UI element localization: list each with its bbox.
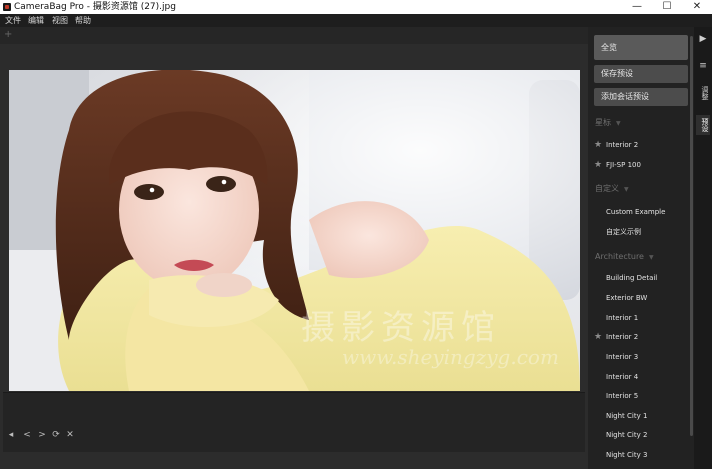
filmstrip: [3, 392, 585, 452]
collapse-icon[interactable]: ◂: [5, 429, 17, 441]
preset-label: Interior 2: [606, 141, 639, 149]
remove-icon[interactable]: ✕: [64, 429, 76, 441]
star-icon[interactable]: ★: [594, 136, 602, 154]
window-title: CameraBag Pro - 摄影资源馆 (27).jpg: [14, 2, 176, 12]
preset-item[interactable]: Night City 3: [588, 446, 688, 464]
preset-item[interactable]: ★ Interior 2: [588, 328, 688, 346]
preset-label: Building Detail: [606, 274, 658, 282]
preset-label: Exterior BW: [606, 294, 648, 302]
chevron-down-icon: ▼: [624, 186, 629, 193]
tab-adjust[interactable]: 调整: [696, 83, 710, 103]
title-bar: CameraBag Pro - 摄影资源馆 (27).jpg — ☐ ✕: [0, 0, 712, 14]
photo-canvas[interactable]: 摄影资源馆 www.sheyingzyg.com: [9, 70, 580, 391]
preset-item[interactable]: Interior 4: [588, 368, 688, 386]
chevron-down-icon: ▼: [648, 254, 654, 261]
preset-label: Night City 1: [606, 412, 648, 420]
section-title: 星标: [595, 118, 611, 127]
panel-scrollbar[interactable]: [690, 36, 693, 436]
section-title: 自定义: [595, 184, 619, 193]
preset-label: Night City 3: [606, 451, 648, 459]
preset-label: Night City 2: [606, 431, 648, 439]
app-icon: [3, 3, 11, 11]
preset-item[interactable]: Interior 1: [588, 309, 688, 327]
view-all-button[interactable]: 全览: [594, 35, 688, 60]
save-preset-button[interactable]: 保存预设: [594, 65, 688, 83]
preset-label: Interior 5: [606, 392, 639, 400]
preset-item[interactable]: Night City 1: [588, 407, 688, 425]
previous-icon[interactable]: <: [21, 429, 33, 441]
preset-item[interactable]: ★ FJI-SP 100: [588, 156, 688, 174]
menu-file[interactable]: 文件: [5, 15, 21, 26]
preset-item[interactable]: Custom Example: [588, 203, 688, 221]
preset-item[interactable]: Night City 2: [588, 426, 688, 444]
preset-label: 自定义示例: [606, 228, 641, 236]
preset-item[interactable]: Building Detail: [588, 269, 688, 287]
section-header-custom[interactable]: 自定义 ▼: [595, 183, 629, 195]
section-title: Architecture: [595, 252, 644, 261]
preset-item[interactable]: ★ Interior 2: [588, 136, 688, 154]
minimize-button[interactable]: —: [622, 0, 652, 14]
preset-label: Interior 3: [606, 353, 639, 361]
add-icon[interactable]: +: [4, 29, 12, 41]
presets-panel: 全览 保存预设 添加会话预设 星标 ▼ ★ Interior 2 ★ FJI-SP…: [588, 27, 694, 469]
preset-label: Interior 1: [606, 314, 639, 322]
workspace-toolbar: +: [0, 27, 588, 44]
preset-item[interactable]: 自定义示例: [588, 223, 688, 241]
preset-item[interactable]: Exterior BW: [588, 289, 688, 307]
play-icon[interactable]: ▶: [694, 34, 712, 44]
next-icon[interactable]: >: [36, 429, 48, 441]
watermark-url: www.sheyingzyg.com: [342, 345, 559, 369]
menu-icon[interactable]: ≡: [694, 61, 712, 71]
preset-label: Interior 2: [606, 333, 639, 341]
close-button[interactable]: ✕: [682, 0, 712, 14]
menu-bar: 文件 编辑 视图 帮助: [0, 14, 712, 27]
maximize-button[interactable]: ☐: [652, 0, 682, 14]
preset-label: FJI-SP 100: [606, 161, 641, 169]
preset-item[interactable]: Interior 5: [588, 387, 688, 405]
chevron-down-icon: ▼: [616, 120, 621, 127]
watermark-text: 摄影资源馆: [301, 308, 501, 348]
side-tab-strip: ▶ ≡ 调整 预设: [694, 27, 712, 469]
star-icon[interactable]: ★: [594, 156, 602, 174]
add-session-preset-button[interactable]: 添加会话预设: [594, 88, 688, 106]
menu-edit[interactable]: 编辑: [28, 15, 44, 26]
star-icon[interactable]: ★: [594, 328, 602, 346]
rotate-icon[interactable]: ⟳: [50, 429, 62, 441]
preset-label: Interior 4: [606, 373, 639, 381]
section-header-star[interactable]: 星标 ▼: [595, 117, 621, 129]
preset-label: Custom Example: [606, 208, 666, 216]
menu-view[interactable]: 视图: [52, 15, 68, 26]
tab-presets[interactable]: 预设: [696, 115, 710, 135]
menu-help[interactable]: 帮助: [75, 15, 91, 26]
section-header-architecture[interactable]: Architecture ▼: [595, 251, 654, 263]
preset-item[interactable]: Interior 3: [588, 348, 688, 366]
